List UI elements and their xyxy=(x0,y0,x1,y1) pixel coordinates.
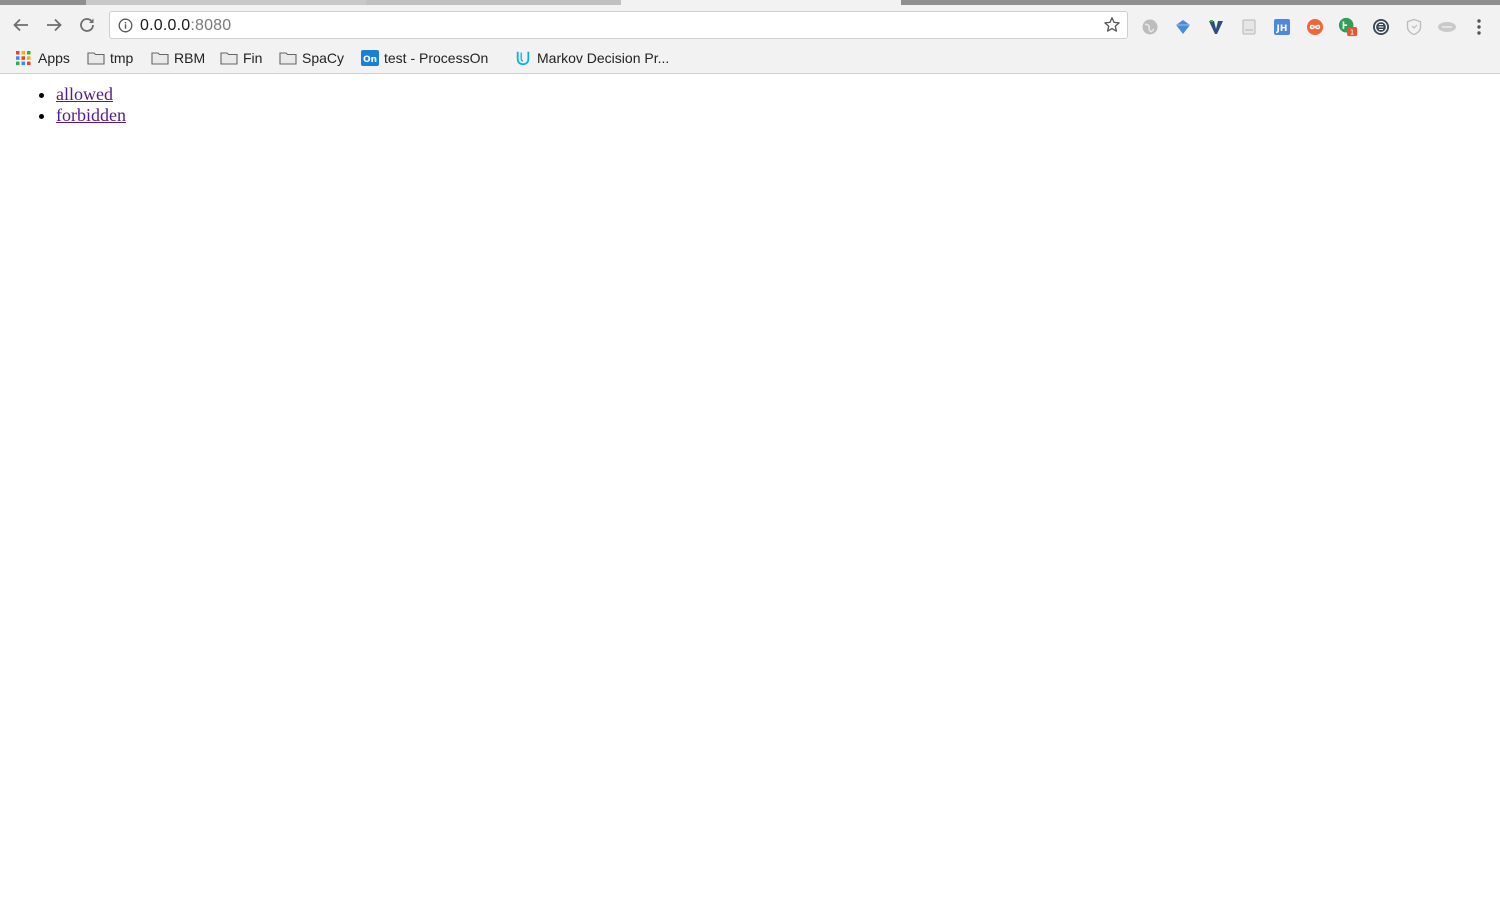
url-port: :8080 xyxy=(190,17,232,34)
browser-toolbar: 0.0.0.0:8080 JH 1 xyxy=(0,5,1500,42)
url-text[interactable]: 0.0.0.0:8080 xyxy=(140,17,231,35)
folder-icon xyxy=(220,52,238,65)
forbidden-link[interactable]: forbidden xyxy=(56,105,126,125)
bookmark-folder-tmp[interactable]: tmp xyxy=(87,48,133,68)
folder-icon xyxy=(151,52,169,65)
bookmark-label: SpaCy xyxy=(302,50,345,66)
shield-extension-icon[interactable] xyxy=(1404,17,1424,37)
e-extension-icon[interactable] xyxy=(1371,17,1391,37)
bookmark-star-icon[interactable] xyxy=(1103,16,1121,34)
allowed-link[interactable]: allowed xyxy=(56,84,113,104)
bookmark-apps[interactable]: Apps xyxy=(15,48,70,68)
diamond-extension-icon[interactable] xyxy=(1173,17,1193,37)
processon-icon: On xyxy=(361,50,379,66)
udacity-icon xyxy=(516,51,530,66)
globe-extension-icon[interactable] xyxy=(1140,17,1160,37)
extension-badge-count: 1 xyxy=(1350,28,1355,37)
url-host: 0.0.0.0 xyxy=(140,17,191,34)
reload-button[interactable] xyxy=(76,14,98,36)
infinity-extension-icon[interactable] xyxy=(1305,17,1325,37)
bookmark-processon[interactable]: On test - ProcessOn xyxy=(361,48,488,68)
link-list: allowed forbidden xyxy=(0,84,126,126)
page-content: allowed forbidden xyxy=(0,75,126,126)
svg-text:On: On xyxy=(363,55,377,65)
site-info-icon[interactable] xyxy=(118,18,133,33)
bookmark-folder-fin[interactable]: Fin xyxy=(220,48,262,68)
bookmark-label: Apps xyxy=(38,50,70,66)
jh-extension-icon[interactable]: JH xyxy=(1272,17,1292,37)
bookmarks-bar: Apps tmp RBM Fin SpaCy On test - Process… xyxy=(0,42,1500,74)
svg-text:JH: JH xyxy=(1276,24,1288,34)
back-button[interactable] xyxy=(10,14,32,36)
folder-icon xyxy=(279,52,297,65)
cloud-extension-icon[interactable] xyxy=(1437,17,1457,37)
bookmark-markov[interactable]: Markov Decision Pr... xyxy=(514,48,669,68)
bookmark-label: tmp xyxy=(110,50,134,66)
list-item: allowed xyxy=(56,84,126,105)
reload-icon xyxy=(80,18,94,32)
bookmark-folder-spacy[interactable]: SpaCy xyxy=(279,48,344,68)
address-bar[interactable]: 0.0.0.0:8080 xyxy=(109,11,1128,39)
vimium-extension-icon[interactable] xyxy=(1206,17,1226,37)
apps-grid-icon xyxy=(16,51,31,66)
bookmark-folder-rbm[interactable]: RBM xyxy=(151,48,205,68)
forward-button[interactable] xyxy=(43,14,65,36)
folder-icon xyxy=(87,52,105,65)
list-item: forbidden xyxy=(56,105,126,126)
page-extension-icon[interactable] xyxy=(1239,17,1259,37)
green-badge-extension-icon[interactable]: 1 xyxy=(1338,17,1358,37)
bookmark-label: test - ProcessOn xyxy=(384,50,489,66)
bookmark-label: Markov Decision Pr... xyxy=(537,50,670,66)
bookmark-label: RBM xyxy=(174,50,206,66)
back-arrow-icon xyxy=(13,18,28,32)
forward-arrow-icon xyxy=(47,18,62,32)
menu-icon[interactable] xyxy=(1469,17,1489,37)
bookmark-label: Fin xyxy=(243,50,263,66)
